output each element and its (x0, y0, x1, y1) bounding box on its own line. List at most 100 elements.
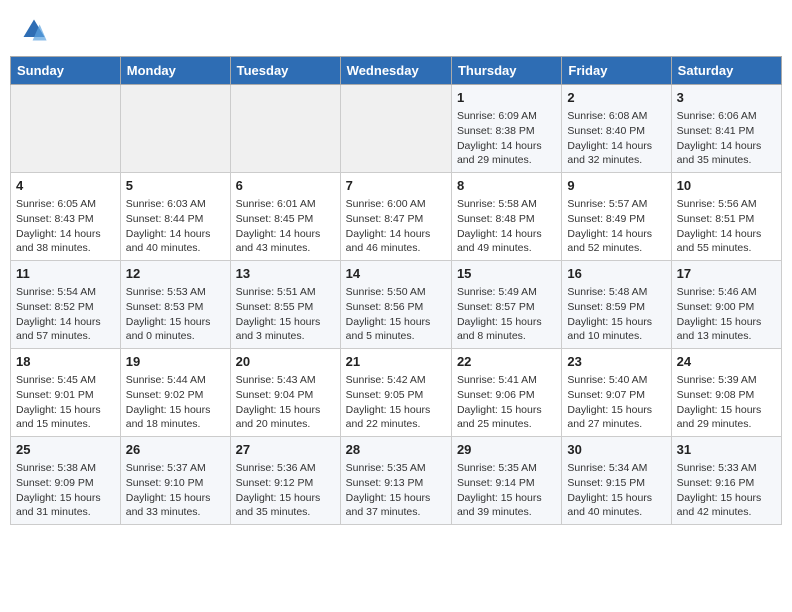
day-number: 24 (677, 353, 776, 371)
day-number: 8 (457, 177, 556, 195)
day-number: 20 (236, 353, 335, 371)
calendar-cell: 2Sunrise: 6:08 AM Sunset: 8:40 PM Daylig… (562, 85, 671, 173)
day-number: 13 (236, 265, 335, 283)
day-info: Sunrise: 5:56 AM Sunset: 8:51 PM Dayligh… (677, 197, 776, 256)
week-row-4: 18 Sunrise: 5:45 AM Sunset: 9:01 PM Dayli… (11, 349, 782, 437)
calendar-cell: 16Sunrise: 5:48 AM Sunset: 8:59 PM Dayli… (562, 261, 671, 349)
day-info: Sunrise: 5:42 AM Sunset: 9:05 PM Dayligh… (346, 373, 446, 432)
day-number: 28 (346, 441, 446, 459)
day-header-wednesday: Wednesday (340, 57, 451, 85)
day-info: Sunrise: 5:41 AM Sunset: 9:06 PM Dayligh… (457, 373, 556, 432)
day-number: 25 (16, 441, 115, 459)
page-header (10, 10, 782, 50)
calendar-cell: 25 Sunrise: 5:38 AM Sunset: 9:09 PM Dayli… (11, 437, 121, 525)
day-number: 6 (236, 177, 335, 195)
calendar-cell: 13 Sunrise: 5:51 AM Sunset: 8:55 PM Dayli… (230, 261, 340, 349)
day-info: Sunrise: 5:37 AM Sunset: 9:10 PM Dayligh… (126, 461, 225, 520)
day-header-sunday: Sunday (11, 57, 121, 85)
day-number: 23 (567, 353, 665, 371)
week-row-5: 25 Sunrise: 5:38 AM Sunset: 9:09 PM Dayli… (11, 437, 782, 525)
day-number: 26 (126, 441, 225, 459)
day-number: 19 (126, 353, 225, 371)
day-number: 5 (126, 177, 225, 195)
calendar-cell: 9 Sunrise: 5:57 AM Sunset: 8:49 PM Daylig… (562, 173, 671, 261)
day-info: Sunrise: 6:03 AM Sunset: 8:44 PM Dayligh… (126, 197, 225, 256)
day-number: 14 (346, 265, 446, 283)
calendar-cell: 24Sunrise: 5:39 AM Sunset: 9:08 PM Dayli… (671, 349, 781, 437)
calendar-cell: 14 Sunrise: 5:50 AM Sunset: 8:56 PM Dayli… (340, 261, 451, 349)
day-info: Sunrise: 5:46 AM Sunset: 9:00 PM Dayligh… (677, 285, 776, 344)
calendar-cell: 18 Sunrise: 5:45 AM Sunset: 9:01 PM Dayli… (11, 349, 121, 437)
day-number: 29 (457, 441, 556, 459)
calendar-cell: 5 Sunrise: 6:03 AM Sunset: 8:44 PM Daylig… (120, 173, 230, 261)
calendar-cell: 22 Sunrise: 5:41 AM Sunset: 9:06 PM Dayli… (451, 349, 561, 437)
day-info: Sunrise: 6:01 AM Sunset: 8:45 PM Dayligh… (236, 197, 335, 256)
calendar-cell: 23Sunrise: 5:40 AM Sunset: 9:07 PM Dayli… (562, 349, 671, 437)
calendar-cell: 30 Sunrise: 5:34 AM Sunset: 9:15 PM Dayli… (562, 437, 671, 525)
day-info: Sunrise: 6:09 AM Sunset: 8:38 PM Dayligh… (457, 109, 556, 168)
day-number: 18 (16, 353, 115, 371)
calendar-cell: 28Sunrise: 5:35 AM Sunset: 9:13 PM Dayli… (340, 437, 451, 525)
calendar-cell: 8 Sunrise: 5:58 AM Sunset: 8:48 PM Daylig… (451, 173, 561, 261)
day-number: 10 (677, 177, 776, 195)
calendar-cell (120, 85, 230, 173)
day-info: Sunrise: 5:34 AM Sunset: 9:15 PM Dayligh… (567, 461, 665, 520)
day-number: 30 (567, 441, 665, 459)
calendar-cell: 11Sunrise: 5:54 AM Sunset: 8:52 PM Dayli… (11, 261, 121, 349)
day-info: Sunrise: 5:33 AM Sunset: 9:16 PM Dayligh… (677, 461, 776, 520)
day-number: 17 (677, 265, 776, 283)
day-number: 16 (567, 265, 665, 283)
day-info: Sunrise: 5:53 AM Sunset: 8:53 PM Dayligh… (126, 285, 225, 344)
week-row-1: 1 Sunrise: 6:09 AM Sunset: 8:38 PM Daylig… (11, 85, 782, 173)
calendar-cell: 3 Sunrise: 6:06 AM Sunset: 8:41 PM Daylig… (671, 85, 781, 173)
day-number: 27 (236, 441, 335, 459)
calendar-cell: 29 Sunrise: 5:35 AM Sunset: 9:14 PM Dayli… (451, 437, 561, 525)
day-info: Sunrise: 5:38 AM Sunset: 9:09 PM Dayligh… (16, 461, 115, 520)
day-info: Sunrise: 5:49 AM Sunset: 8:57 PM Dayligh… (457, 285, 556, 344)
day-info: Sunrise: 6:06 AM Sunset: 8:41 PM Dayligh… (677, 109, 776, 168)
week-row-3: 11Sunrise: 5:54 AM Sunset: 8:52 PM Dayli… (11, 261, 782, 349)
day-header-tuesday: Tuesday (230, 57, 340, 85)
day-number: 9 (567, 177, 665, 195)
calendar-cell (11, 85, 121, 173)
calendar-cell (230, 85, 340, 173)
day-info: Sunrise: 6:05 AM Sunset: 8:43 PM Dayligh… (16, 197, 115, 256)
day-number: 11 (16, 265, 115, 283)
calendar-cell: 31Sunrise: 5:33 AM Sunset: 9:16 PM Dayli… (671, 437, 781, 525)
day-info: Sunrise: 5:35 AM Sunset: 9:14 PM Dayligh… (457, 461, 556, 520)
day-header-saturday: Saturday (671, 57, 781, 85)
day-number: 12 (126, 265, 225, 283)
day-number: 4 (16, 177, 115, 195)
calendar-cell: 26 Sunrise: 5:37 AM Sunset: 9:10 PM Dayli… (120, 437, 230, 525)
day-number: 2 (567, 89, 665, 107)
calendar-cell: 7 Sunrise: 6:00 AM Sunset: 8:47 PM Daylig… (340, 173, 451, 261)
day-info: Sunrise: 5:45 AM Sunset: 9:01 PM Dayligh… (16, 373, 115, 432)
calendar-cell: 20 Sunrise: 5:43 AM Sunset: 9:04 PM Dayli… (230, 349, 340, 437)
day-info: Sunrise: 5:36 AM Sunset: 9:12 PM Dayligh… (236, 461, 335, 520)
week-row-2: 4 Sunrise: 6:05 AM Sunset: 8:43 PM Daylig… (11, 173, 782, 261)
day-info: Sunrise: 5:58 AM Sunset: 8:48 PM Dayligh… (457, 197, 556, 256)
day-info: Sunrise: 5:57 AM Sunset: 8:49 PM Dayligh… (567, 197, 665, 256)
calendar-cell: 6 Sunrise: 6:01 AM Sunset: 8:45 PM Daylig… (230, 173, 340, 261)
day-header-monday: Monday (120, 57, 230, 85)
logo (20, 16, 52, 44)
day-info: Sunrise: 5:50 AM Sunset: 8:56 PM Dayligh… (346, 285, 446, 344)
calendar-cell: 15Sunrise: 5:49 AM Sunset: 8:57 PM Dayli… (451, 261, 561, 349)
day-number: 1 (457, 89, 556, 107)
day-info: Sunrise: 5:51 AM Sunset: 8:55 PM Dayligh… (236, 285, 335, 344)
day-number: 7 (346, 177, 446, 195)
calendar-cell: 27 Sunrise: 5:36 AM Sunset: 9:12 PM Dayli… (230, 437, 340, 525)
day-info: Sunrise: 5:43 AM Sunset: 9:04 PM Dayligh… (236, 373, 335, 432)
calendar-cell: 17 Sunrise: 5:46 AM Sunset: 9:00 PM Dayli… (671, 261, 781, 349)
day-header-thursday: Thursday (451, 57, 561, 85)
day-number: 22 (457, 353, 556, 371)
calendar-cell: 19 Sunrise: 5:44 AM Sunset: 9:02 PM Dayli… (120, 349, 230, 437)
calendar-table: SundayMondayTuesdayWednesdayThursdayFrid… (10, 56, 782, 525)
day-header-friday: Friday (562, 57, 671, 85)
day-header-row: SundayMondayTuesdayWednesdayThursdayFrid… (11, 57, 782, 85)
day-number: 21 (346, 353, 446, 371)
day-info: Sunrise: 6:00 AM Sunset: 8:47 PM Dayligh… (346, 197, 446, 256)
day-number: 3 (677, 89, 776, 107)
day-info: Sunrise: 5:44 AM Sunset: 9:02 PM Dayligh… (126, 373, 225, 432)
logo-icon (20, 16, 48, 44)
